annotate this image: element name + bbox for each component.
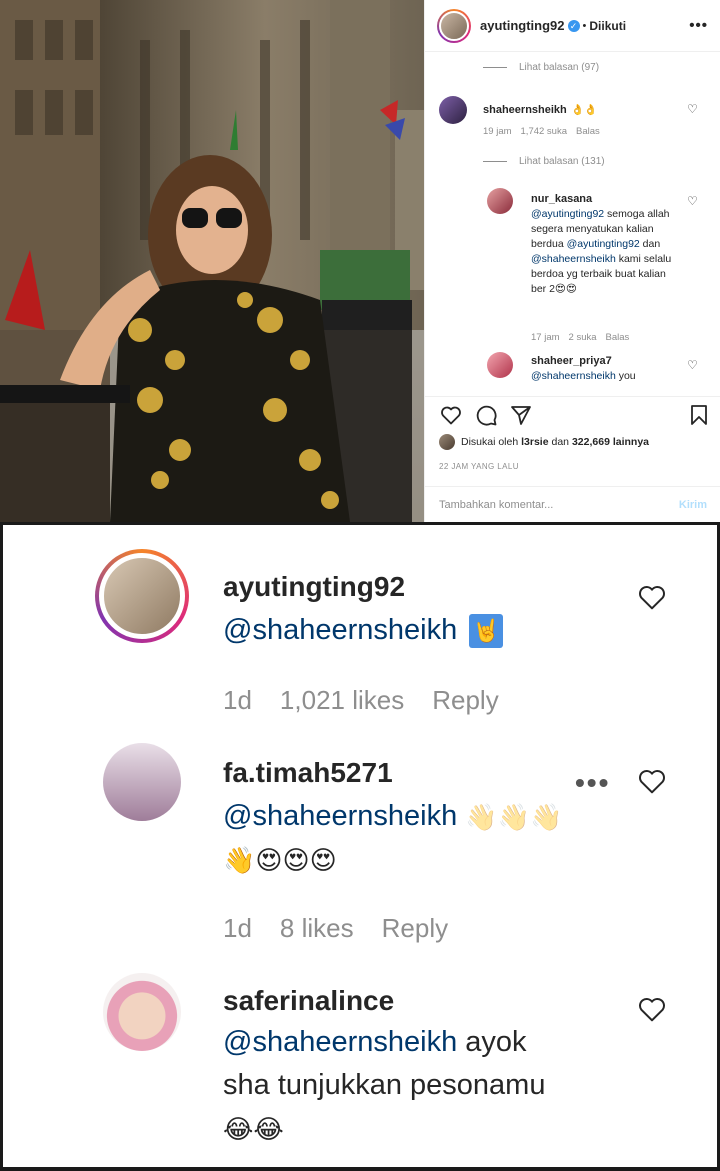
liker-avatar bbox=[439, 434, 455, 450]
mention-link[interactable]: @shaheernsheikh bbox=[223, 1026, 457, 1058]
heart-icon[interactable]: ♡ bbox=[687, 358, 698, 372]
zoomed-comments: ayutingting92 @shaheernsheikh 🤘 1d 1,021 … bbox=[3, 525, 717, 1167]
avatar-image bbox=[99, 553, 185, 639]
heart-icon[interactable]: ♡ bbox=[687, 194, 698, 208]
view-replies-button[interactable]: Lihat balasan (131) bbox=[483, 156, 605, 167]
comment-input[interactable]: Tambahkan komentar... bbox=[439, 499, 553, 511]
liked-prefix: Disukai oleh bbox=[461, 436, 519, 448]
add-comment-bar: Tambahkan komentar... Kirim bbox=[425, 486, 720, 522]
comment-body: nur_kasana @ayutingting92 semoga allah s… bbox=[531, 192, 681, 297]
mention-link[interactable]: @ayutingting92 bbox=[531, 208, 604, 220]
comment-likes[interactable]: 1,021 likes bbox=[280, 685, 404, 715]
post-view: ayutingting92 ✓ • Diikuti ••• Lihat bala… bbox=[0, 0, 720, 522]
commenter-avatar[interactable] bbox=[103, 973, 181, 1051]
comment-text: sha tunjukkan pesonamu bbox=[223, 1069, 546, 1101]
divider bbox=[483, 161, 507, 162]
reply-button[interactable]: Reply bbox=[432, 685, 498, 715]
emoji-row: 👋😍😍😍 bbox=[223, 845, 337, 876]
comment-time: 17 jam bbox=[531, 332, 560, 343]
view-replies-label: Lihat balasan (97) bbox=[519, 62, 600, 73]
separator-dot: • bbox=[582, 19, 587, 32]
comment-body: shaheer_priya7 @shaheernsheikh you bbox=[531, 354, 681, 384]
mention-link[interactable]: @shaheernsheikh bbox=[531, 370, 616, 382]
comment-meta: 19 jam 1,742 suka Balas bbox=[483, 126, 609, 137]
commenter-avatar[interactable] bbox=[103, 743, 181, 821]
commenter-avatar[interactable] bbox=[487, 352, 513, 378]
mention-link[interactable]: @shaheernsheikh bbox=[223, 800, 457, 832]
commenter-avatar[interactable] bbox=[439, 96, 467, 124]
liked-by: Disukai oleh l3rsie dan 322,669 lainnya bbox=[439, 434, 649, 450]
author-username[interactable]: ayutingting92 bbox=[480, 18, 565, 33]
comment-likes[interactable]: 2 suka bbox=[569, 332, 597, 343]
commenter-avatar[interactable] bbox=[95, 549, 189, 643]
liker-username[interactable]: l3rsie bbox=[521, 436, 548, 448]
view-replies-label: Lihat balasan (131) bbox=[519, 156, 605, 167]
comment-likes[interactable]: 1,742 suka bbox=[521, 126, 567, 137]
divider bbox=[483, 67, 507, 68]
heart-icon[interactable]: ♡ bbox=[687, 102, 698, 116]
comment-username[interactable]: shaheer_priya7 bbox=[531, 354, 681, 369]
action-bar bbox=[425, 396, 720, 436]
comment-list: Lihat balasan (97) shaheernsheikh 👌👌 19 … bbox=[425, 52, 720, 396]
comment-username[interactable]: fa.timah5271 bbox=[223, 757, 393, 789]
comment-username[interactable]: nur_kasana bbox=[531, 192, 681, 207]
author-avatar[interactable] bbox=[437, 8, 471, 43]
bookmark-icon[interactable] bbox=[687, 403, 711, 427]
reply-button[interactable]: Balas bbox=[576, 126, 600, 137]
post-comment-button[interactable]: Kirim bbox=[679, 499, 707, 511]
heart-icon[interactable] bbox=[636, 581, 668, 613]
heart-icon[interactable] bbox=[636, 993, 668, 1025]
comment-meta: 17 jam 2 suka Balas bbox=[531, 332, 638, 343]
post-header: ayutingting92 ✓ • Diikuti ••• bbox=[425, 0, 720, 52]
liked-middle: dan bbox=[551, 436, 570, 448]
comment-time: 19 jam bbox=[483, 126, 512, 137]
screenshot-frame: ayutingting92 ✓ • Diikuti ••• Lihat bala… bbox=[0, 0, 720, 1171]
reply-button[interactable]: Reply bbox=[382, 913, 448, 943]
post-photo[interactable] bbox=[0, 0, 424, 522]
commenter-avatar[interactable] bbox=[487, 188, 513, 214]
horns-emoji: 🤘 bbox=[469, 614, 504, 649]
comment-username[interactable]: saferinalince bbox=[223, 985, 394, 1017]
comment-likes[interactable]: 8 likes bbox=[280, 913, 354, 943]
avatar-image bbox=[439, 10, 469, 41]
comment-body: @shaheernsheikh 👋👋👋 👋😍😍😍 bbox=[223, 795, 643, 881]
post-sidebar: ayutingting92 ✓ • Diikuti ••• Lihat bala… bbox=[424, 0, 720, 522]
comment-text: you bbox=[615, 370, 636, 382]
comment-username[interactable]: ayutingting92 bbox=[223, 571, 405, 603]
follow-status-button[interactable]: Diikuti bbox=[589, 19, 626, 33]
share-icon[interactable] bbox=[509, 403, 533, 427]
comment-time: 1d bbox=[223, 685, 252, 715]
reply-button[interactable]: Balas bbox=[606, 332, 630, 343]
comment-body: @shaheernsheikh 🤘 bbox=[223, 609, 643, 652]
comment-icon[interactable] bbox=[474, 403, 498, 427]
verified-icon: ✓ bbox=[567, 19, 580, 32]
comment-body: @shaheernsheikh ayok sha tunjukkan peson… bbox=[223, 1021, 643, 1150]
view-replies-button[interactable]: Lihat balasan (97) bbox=[483, 62, 599, 73]
more-icon[interactable]: ••• bbox=[689, 17, 708, 34]
mention-link[interactable]: @shaheernsheikh bbox=[531, 253, 616, 265]
comment-text: dan bbox=[639, 238, 661, 250]
emoji-row: 😂😂 bbox=[223, 1114, 284, 1145]
heart-icon[interactable] bbox=[636, 765, 668, 797]
mention-link[interactable]: @shaheernsheikh bbox=[223, 614, 457, 646]
mention-link[interactable]: @ayutingting92 bbox=[567, 238, 640, 250]
comment-time: 1d bbox=[223, 913, 252, 943]
comment-meta: 1d 1,021 likes Reply bbox=[223, 685, 527, 716]
comment-meta: 1d 8 likes Reply bbox=[223, 913, 476, 944]
comment-text: ayok bbox=[457, 1026, 527, 1058]
post-timestamp: 22 JAM YANG LALU bbox=[439, 462, 519, 471]
comment-text: 👌👌 bbox=[571, 104, 598, 116]
wave-emoji-row: 👋👋👋 bbox=[465, 802, 563, 833]
likes-count[interactable]: 322,669 lainnya bbox=[572, 436, 649, 448]
comment-username[interactable]: shaheernsheikh bbox=[483, 104, 567, 116]
heart-icon[interactable] bbox=[439, 403, 463, 427]
